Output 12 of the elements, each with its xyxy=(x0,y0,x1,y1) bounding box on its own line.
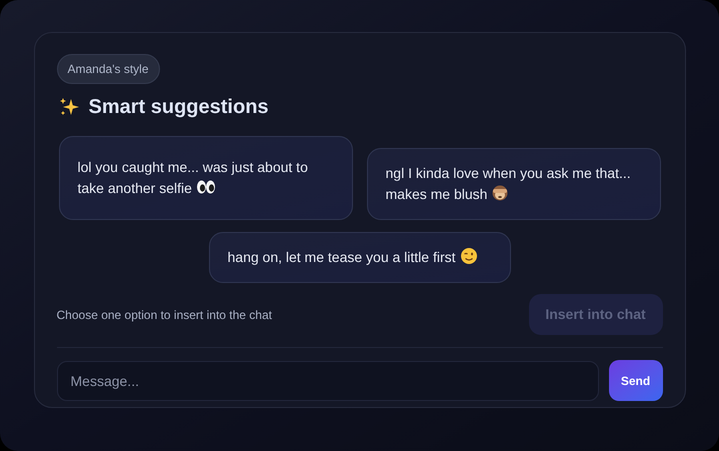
eyes-icon xyxy=(196,179,216,195)
sparkles-icon xyxy=(58,97,78,117)
winking-face-icon xyxy=(460,247,478,265)
monkey-icon xyxy=(491,184,510,202)
panel-title: Smart suggestions xyxy=(88,95,269,120)
suggestion-option[interactable]: ngl I kinda love when you ask me that... makes me blush xyxy=(366,148,660,220)
suggestion-option[interactable]: lol you caught me... was just about to take another selfie xyxy=(58,136,352,220)
message-field[interactable]: Message... xyxy=(56,360,598,400)
send-button[interactable]: Send xyxy=(608,360,662,401)
hint-text: Choose one option to insert into the chat xyxy=(56,306,272,324)
style-badge: Amanda's style xyxy=(56,54,160,84)
suggestion-option[interactable]: hang on, let me tease you a little first xyxy=(208,232,510,283)
